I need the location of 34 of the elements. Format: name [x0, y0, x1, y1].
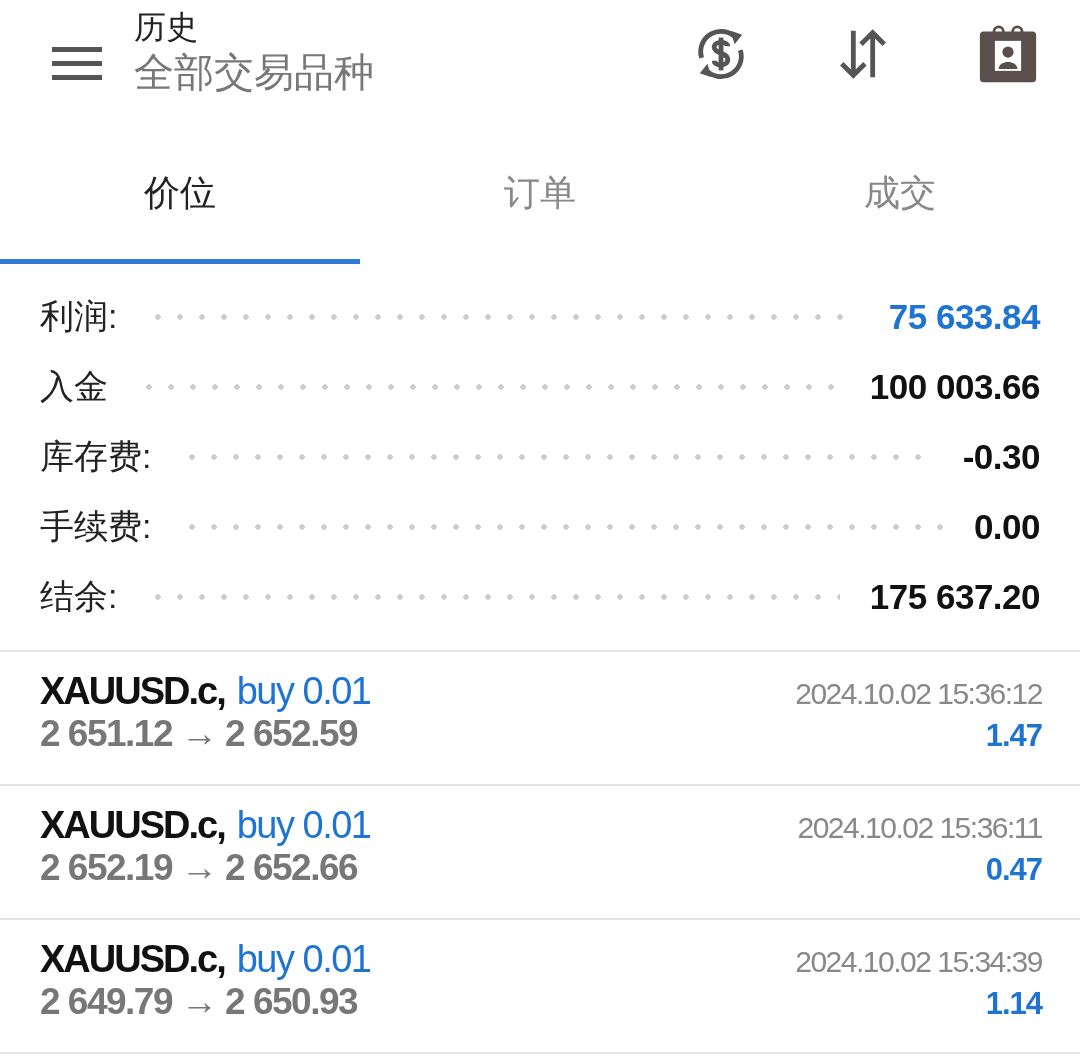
summary-label: 利润: [40, 296, 118, 337]
trade-profit: 0.47 [985, 852, 1042, 888]
trade-symbol: XAUUSD.c, [40, 804, 225, 847]
trade-profit: 1.47 [985, 718, 1042, 754]
trade-prices: 2 652.19 → 2 652.66 [40, 847, 358, 889]
summary-value: 75 633.84 [888, 297, 1040, 337]
summary-value: 175 637.20 [869, 577, 1040, 617]
summary-value: -0.30 [962, 437, 1040, 477]
trade-symbol: XAUUSD.c, [40, 938, 225, 981]
tab[interactable]: 价位 [0, 128, 360, 264]
summary-value: 0.00 [973, 507, 1040, 547]
symbol-filter[interactable]: 全部交易品种 [134, 46, 692, 99]
tab[interactable]: 成交 [720, 128, 1080, 264]
trade-side: buy 0.01 [236, 938, 371, 981]
trade-time: 2024.10.02 15:34:39 [795, 945, 1042, 979]
summary-label: 库存费: [40, 436, 152, 477]
trade-symbol: XAUUSD.c, [40, 670, 225, 713]
trade-side: buy 0.01 [236, 804, 371, 847]
summary-value: 100 003.66 [869, 367, 1040, 407]
summary-label: 手续费: [40, 506, 152, 547]
trade-time: 2024.10.02 15:36:11 [797, 811, 1042, 845]
trade-prices: 2 651.12 → 2 652.59 [40, 713, 358, 755]
menu-icon[interactable] [52, 47, 102, 81]
trade-time: 2024.10.02 15:36:12 [795, 677, 1042, 711]
trade-row[interactable]: XAUUSD.c, buy 0.01 2024.10.02 15:36:11 2 652.19 → 2 652.66 0.47 [0, 786, 1080, 920]
trade-row[interactable]: XAUUSD.c, buy 0.01 2024.10.02 15:36:12 2 651.12 → 2 652.59 1.47 [0, 652, 1080, 786]
tab[interactable]: 订单 [360, 128, 720, 264]
screen-title: 历史 [134, 7, 199, 47]
trade-row[interactable]: XAUUSD.c, buy 0.01 2024.10.02 15:34:39 2 649.79 → 2 650.93 1.14 [0, 920, 1080, 1054]
trade-side: buy 0.01 [236, 670, 371, 713]
summary-label: 入金 [40, 366, 108, 407]
summary-label: 结余: [40, 576, 118, 617]
trade-profit: 1.14 [985, 986, 1042, 1022]
trade-prices: 2 649.79 → 2 650.93 [40, 981, 358, 1023]
